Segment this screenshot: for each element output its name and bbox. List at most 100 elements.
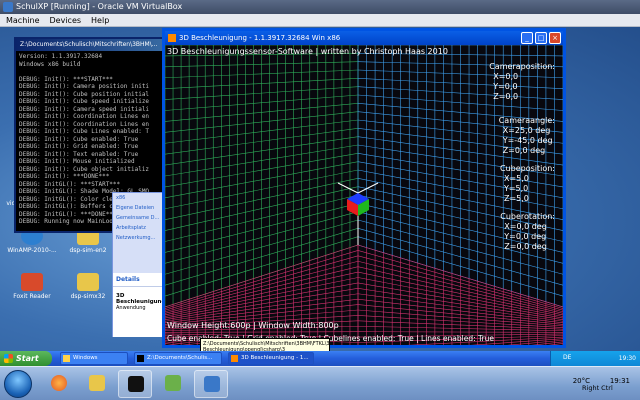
pinned-cmd[interactable] <box>118 370 152 398</box>
firefox-icon <box>51 375 67 391</box>
vbox-titlebar: SchulXP [Running] - Oracle VM VirtualBox <box>0 0 640 14</box>
grid-left-wall <box>165 45 359 308</box>
window-size-status: Window Height:600p | Window Width:800p <box>167 321 339 330</box>
guest-taskbar: Start Windows Z:\Documents\Schulis... 3D… <box>0 351 640 366</box>
menu-devices[interactable]: Devices <box>50 14 82 26</box>
desktop-icon-label: WinAMP-2010-... <box>7 247 57 254</box>
cube-rotation-block: Cuberotation: X=0,0 deg Y=0,0 deg Z=0,0 … <box>500 212 555 252</box>
camera-angle-label: Cameraangle: <box>498 116 555 125</box>
details-name: 3D Beschleunigungs... <box>116 293 175 305</box>
console-line: DEBUG: Init(): ***START*** <box>19 75 113 83</box>
task-windows[interactable]: Windows <box>60 352 128 365</box>
details-header[interactable]: Details <box>113 273 165 287</box>
task-label: 3D Beschleunigung - 1... <box>241 355 309 361</box>
console-line: DEBUG: Init(): Text enabled: True <box>19 150 139 158</box>
console-line: Version: 1.1.3917.32684 <box>19 53 103 60</box>
app-window[interactable]: 3D Beschleunigung - 1.1.3917.32684 Win x… <box>162 28 566 348</box>
app-window-title: 3D Beschleunigung - 1.1.3917.32684 Win x… <box>179 34 341 42</box>
cube-position-x: X=5,0 <box>503 174 529 183</box>
camera-angle-y: Y=-45,0 deg <box>502 136 553 145</box>
console-title: Z:\Documents\Schulisch\Mitschriften\3BHM… <box>16 39 172 51</box>
app-heading: 3D Beschleunigungssensor-Software | writ… <box>167 47 448 56</box>
cube-position-y: Y=5,0 <box>503 184 529 193</box>
console-line: DEBUG: Init(): Cube speed initialize <box>19 98 150 105</box>
camera-position-x: X=0,0 <box>493 72 519 81</box>
grid-line <box>357 331 563 333</box>
console-line: DEBUG: Init(): Coordination Lines en <box>19 120 150 128</box>
axis-line-x <box>337 182 359 194</box>
vbox-window-title: SchulXP [Running] - Oracle VM VirtualBox <box>16 2 183 11</box>
desktop-icon-dsp-simx32[interactable]: dsp-simx32 <box>58 273 118 300</box>
explorer-item-eigene-dateien[interactable]: Eigene Dateien <box>113 203 163 213</box>
start-button[interactable]: Start <box>0 351 52 366</box>
host-key-label: Right Ctrl <box>582 384 613 392</box>
maximize-button[interactable]: □ <box>535 32 547 44</box>
explorer-sidebar: x86 Eigene Dateien Gemeinsame D... Arbei… <box>112 192 175 337</box>
console-line: DEBUG: Init(): Cube object initializ <box>19 165 150 173</box>
console-line: DEBUG: Init(): Camera position initi <box>19 83 150 90</box>
windows-flag-icon <box>4 354 13 363</box>
console-line: DEBUG: Init(): Camera speed initiali <box>19 105 150 113</box>
task-label: Z:\Documents\Schulis... <box>147 355 213 361</box>
grid-line <box>165 331 359 333</box>
details-panel: Details 3D Beschleunigungs... Anwendung <box>113 273 175 337</box>
console-line: Windows x86 build <box>19 60 81 68</box>
camera-angle-z: Z=0,0 deg <box>502 146 546 155</box>
camera-position-block: Cameraposition: X=0,0 Y=0,0 Z=0,0 <box>489 62 555 102</box>
explorer-item-arbeitsplatz[interactable]: Arbeitsplatz <box>113 223 163 233</box>
console-line: DEBUG: Init(): Cube enabled: True <box>19 135 139 143</box>
explorer-item-gemeinsame[interactable]: Gemeinsame D... <box>113 213 163 223</box>
desktop-icon-label: Foxit Reader <box>13 293 51 300</box>
virtualbox-icon <box>3 2 13 12</box>
folder-icon <box>77 273 99 291</box>
cube-position-block: Cubeposition: X=5,0 Y=5,0 Z=5,0 <box>500 164 555 204</box>
host-taskbar: 20°C 19:31 <box>0 366 640 400</box>
host-start-orb[interactable] <box>4 370 32 398</box>
language-indicator[interactable]: DE <box>563 354 571 361</box>
pinned-firefox[interactable] <box>42 370 76 398</box>
camera-position-y: Y=0,0 <box>493 82 518 91</box>
camera-angle-x: X=25,0 deg <box>502 126 551 135</box>
desktop-icon-label: dsp-simx32 <box>70 293 106 300</box>
task-3d-app[interactable]: 3D Beschleunigung - 1... <box>228 352 314 365</box>
task-label: Windows <box>73 355 98 361</box>
pinned-app[interactable] <box>156 370 190 398</box>
console-line: DEBUG: Init(): Mouse initialized <box>19 158 135 165</box>
console-line: DEBUG: Init(): Grid enabled: True <box>19 143 139 150</box>
console-line: DEBUG: Init(): ***DONE*** <box>19 173 110 180</box>
desktop-icon-foxit[interactable]: Foxit Reader <box>2 273 62 300</box>
camera-angle-block: Cameraangle: X=25,0 deg Y=-45,0 deg Z=0,… <box>499 116 555 156</box>
minimize-button[interactable]: _ <box>521 32 533 44</box>
program-icon <box>165 375 181 391</box>
opengl-viewport[interactable]: 3D Beschleunigungssensor-Software | writ… <box>165 45 563 345</box>
menu-machine[interactable]: Machine <box>6 14 40 26</box>
app-icon <box>231 355 238 362</box>
folder-icon <box>89 375 105 391</box>
cube-rotation-z: Z=0,0 deg <box>504 242 547 251</box>
explorer-item-netzwerk[interactable]: Netzwerkumg... <box>113 233 163 243</box>
cube-rotation-label: Cuberotation: <box>500 212 555 221</box>
console-line: DEBUG: Init(): Cube position initial <box>19 90 150 98</box>
cube-rotation-x: X=0,0 deg <box>504 222 547 231</box>
cube-rotation-y: Y=0,0 deg <box>504 232 547 241</box>
console-line: DEBUG: InitGL(): ***START*** <box>19 180 121 188</box>
virtualbox-icon <box>204 376 220 392</box>
close-button[interactable]: × <box>549 32 561 44</box>
app-titlebar: 3D Beschleunigung - 1.1.3917.32684 Win x… <box>165 31 563 45</box>
pinned-explorer[interactable] <box>80 370 114 398</box>
vbox-menubar: Machine Devices Help <box>0 14 640 27</box>
desktop-icon-label: dsp-sim-en2 <box>69 247 107 254</box>
details-type: Anwendung <box>116 305 146 311</box>
menu-help[interactable]: Help <box>91 14 109 26</box>
tooltip: Z:\Documents\Schulisch\Mitschriften\3BHM… <box>200 338 330 351</box>
explorer-item-x86[interactable]: x86 <box>113 193 163 203</box>
pinned-virtualbox[interactable] <box>194 370 228 398</box>
host-system-tray: 20°C 19:31 <box>480 367 640 400</box>
folder-icon <box>63 355 70 362</box>
task-console[interactable]: Z:\Documents\Schulis... <box>134 352 222 365</box>
app-icon <box>168 34 176 42</box>
console-icon <box>137 355 144 362</box>
guest-clock[interactable]: 19:30 <box>619 355 636 362</box>
camera-position-z: Z=0,0 <box>493 92 519 101</box>
